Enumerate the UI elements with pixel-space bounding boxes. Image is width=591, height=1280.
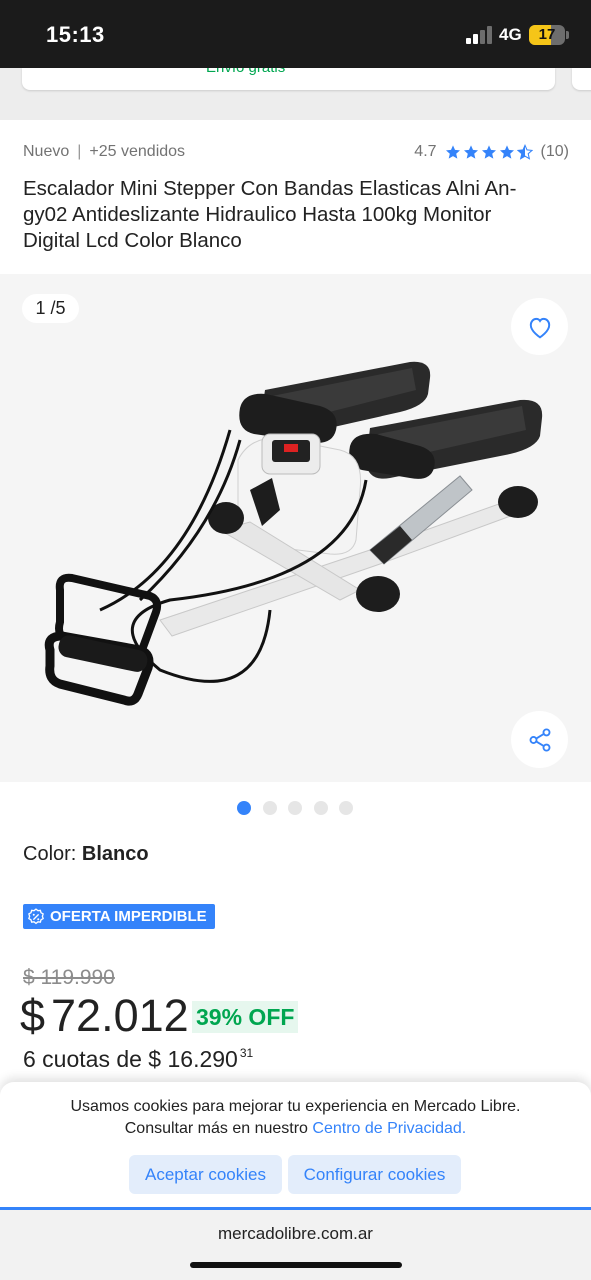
- favorite-button[interactable]: [511, 298, 568, 355]
- pagination-dot[interactable]: [288, 801, 302, 815]
- installments-text: 6 cuotas de $ 16.290: [23, 1046, 238, 1072]
- star-icon: [445, 145, 460, 159]
- image-counter: 1 /5: [22, 294, 79, 323]
- battery-icon: 17: [529, 25, 565, 45]
- share-icon: [529, 727, 550, 752]
- cookie-text: Usamos cookies para mejorar tu experienc…: [0, 1096, 591, 1140]
- product-image: [44, 361, 543, 706]
- network-type: 4G: [499, 25, 522, 44]
- next-card[interactable]: [572, 68, 591, 90]
- color-label: Color:: [23, 843, 82, 865]
- badge-label: OFERTA IMPERDIBLE: [50, 908, 207, 925]
- price-currency: $: [20, 990, 46, 1041]
- installments-cents: 31: [239, 1046, 254, 1060]
- accept-cookies-button[interactable]: Aceptar cookies: [129, 1155, 282, 1194]
- gallery-pagination: [237, 801, 365, 815]
- rating-stars: [445, 144, 535, 160]
- product-title: Escalador Mini Stepper Con Bandas Elasti…: [23, 177, 517, 252]
- product-meta: Nuevo | +25 vendidos 4.7 (10): [23, 143, 569, 163]
- pagination-dot[interactable]: [262, 801, 277, 815]
- sold-count: +25 vendidos: [89, 143, 186, 160]
- shipping-card[interactable]: Envío gratis: [22, 68, 555, 90]
- heart-icon: [529, 317, 550, 338]
- discount-icon: [28, 907, 44, 924]
- signal-icon: [466, 26, 494, 44]
- status-time: 15:13: [46, 22, 105, 47]
- color-variant: Color: Blanco: [23, 843, 149, 866]
- discount-label: 39% OFF: [192, 1001, 299, 1033]
- rating-summary[interactable]: 4.7 (10): [414, 143, 569, 161]
- home-indicator[interactable]: [190, 1262, 402, 1268]
- offer-badge: OFERTA IMPERDIBLE: [23, 904, 215, 929]
- price-amount: 72.012: [51, 990, 189, 1041]
- original-price: $ 119.990: [23, 966, 115, 989]
- star-icon: [499, 145, 514, 159]
- current-price: $72.012: [20, 990, 189, 1042]
- installments: 6 cuotas de $ 16.290 31: [23, 1046, 253, 1073]
- cookie-text-line1: Usamos cookies para mejorar tu experienc…: [70, 1098, 521, 1115]
- cookie-text-line2: Consultar más en nuestro: [124, 1120, 313, 1137]
- status-bar: 15:13 4G 17: [0, 0, 591, 68]
- star-icon: [463, 145, 478, 159]
- star-icon: [481, 145, 496, 159]
- battery-tip: [566, 31, 569, 39]
- share-button[interactable]: [511, 711, 568, 768]
- url-text[interactable]: mercadolibre.com.ar: [0, 1224, 591, 1244]
- privacy-center-link[interactable]: Centro de Privacidad.: [312, 1120, 466, 1137]
- review-count: (10): [540, 143, 569, 160]
- pagination-dot[interactable]: [237, 801, 251, 815]
- shipping-label: Envío gratis: [206, 68, 285, 76]
- battery-level: 17: [538, 26, 556, 43]
- rating-value: 4.7: [414, 143, 437, 160]
- configure-cookies-button[interactable]: Configurar cookies: [288, 1155, 461, 1194]
- pagination-dot[interactable]: [313, 801, 328, 815]
- star-half-icon: [516, 144, 533, 160]
- condition-label: Nuevo: [23, 143, 70, 160]
- pagination-dot[interactable]: [339, 801, 353, 815]
- color-value: Blanco: [81, 843, 149, 865]
- meta-separator: |: [77, 143, 82, 160]
